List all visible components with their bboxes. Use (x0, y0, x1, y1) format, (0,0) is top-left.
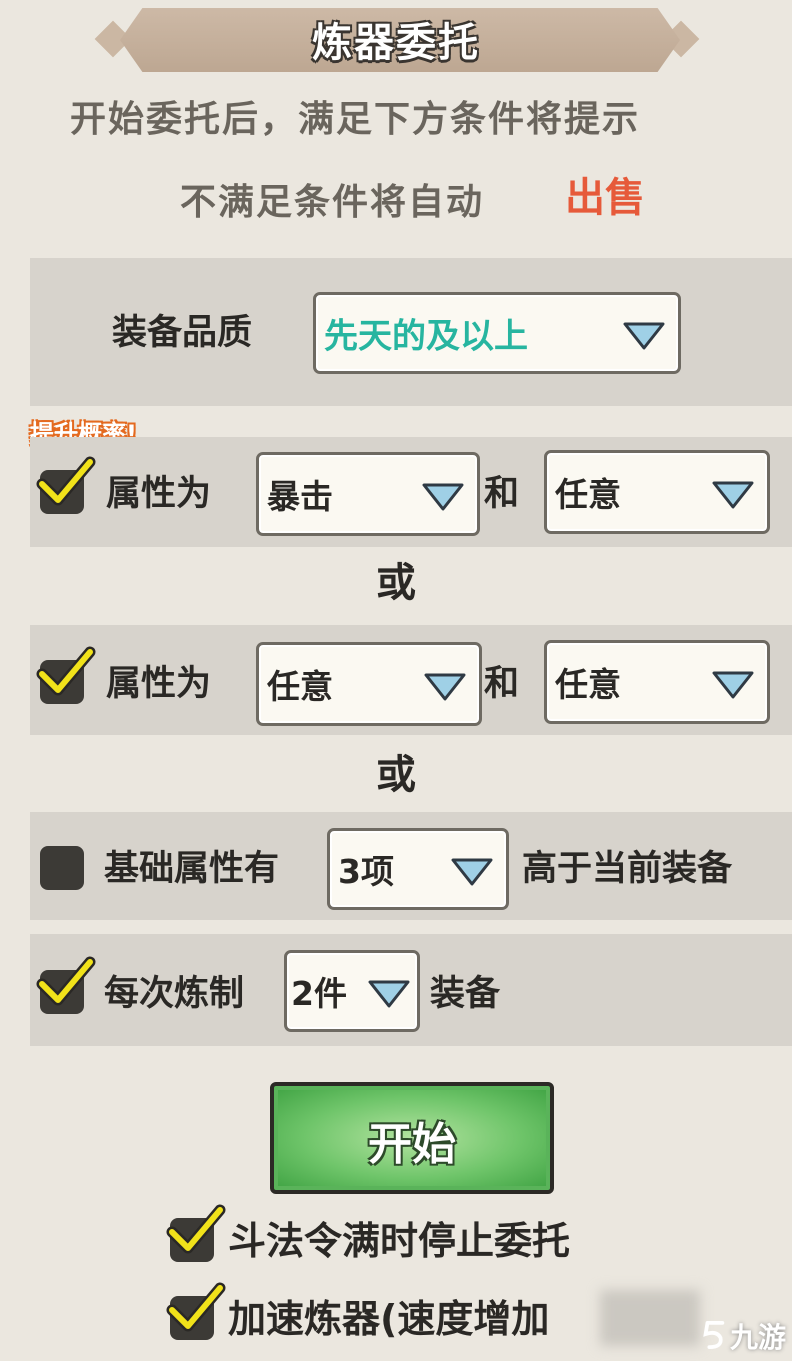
option-2-label: 加速炼器(速度增加 (228, 1297, 550, 1341)
quality-label: 装备品质 (112, 313, 253, 353)
check-icon (36, 646, 96, 696)
rule-1-and: 和 (484, 474, 520, 514)
chevron-down-icon (368, 980, 410, 1008)
chevron-down-icon (712, 671, 754, 699)
chevron-down-icon (623, 322, 665, 350)
sell-text: 出售 (565, 175, 645, 221)
chevron-down-icon (712, 481, 754, 509)
or-separator-2: 或 (376, 752, 416, 798)
rule-2-attr2-dropdown[interactable]: 任意 (544, 640, 770, 724)
rule-4-label: 每次炼制 (104, 974, 245, 1014)
rule-1-checkbox[interactable] (36, 456, 96, 514)
chevron-down-icon (424, 673, 466, 701)
rule-1-label: 属性为 (106, 474, 212, 514)
rule-3-label: 基础属性有 (104, 849, 280, 889)
rule-2-attr1-value: 任意 (267, 667, 333, 706)
check-icon (166, 1282, 226, 1332)
blurred-overlay (600, 1290, 700, 1346)
rule-4-count-value: 2件 (291, 974, 347, 1013)
start-button[interactable]: 开始 (270, 1082, 554, 1194)
check-icon (36, 456, 96, 506)
watermark-logo-icon (703, 1321, 725, 1349)
or-separator-1: 或 (376, 560, 416, 606)
rule-1-attr1-dropdown[interactable]: 暴击 (256, 452, 480, 536)
quality-value: 先天的及以上 (324, 316, 528, 357)
check-icon (36, 956, 96, 1006)
check-icon (166, 1204, 226, 1254)
rule-2-checkbox[interactable] (36, 646, 96, 704)
option-1-checkbox[interactable] (166, 1204, 226, 1262)
start-button-label: 开始 (368, 1119, 456, 1170)
rule-4-count-dropdown[interactable]: 2件 (284, 950, 420, 1032)
rule-2-attr1-dropdown[interactable]: 任意 (256, 642, 482, 726)
rule-1-attr2-dropdown[interactable]: 任意 (544, 450, 770, 534)
rule-4-checkbox[interactable] (36, 956, 96, 1014)
option-2-checkbox[interactable] (166, 1282, 226, 1340)
rule-3-suffix: 高于当前装备 (522, 849, 733, 889)
rule-1-attr1-value: 暴击 (267, 477, 333, 516)
info-line-1: 开始委托后，满足下方条件将提示 (70, 99, 641, 140)
chevron-down-icon (451, 858, 493, 886)
chevron-down-icon (422, 483, 464, 511)
rule-4-suffix: 装备 (430, 974, 501, 1014)
rule-3-count-value: 3项 (338, 852, 394, 891)
rule-3-checkbox[interactable] (40, 846, 84, 890)
page-title: 炼器委托 (312, 20, 480, 66)
rule-2-attr2-value: 任意 (555, 665, 621, 704)
watermark-text: 九游 (730, 1321, 787, 1354)
rule-2-label: 属性为 (106, 664, 212, 704)
rule-2-and: 和 (484, 664, 520, 704)
rule-3-count-dropdown[interactable]: 3项 (327, 828, 509, 910)
quality-dropdown[interactable]: 先天的及以上 (313, 292, 681, 374)
rule-1-attr2-value: 任意 (555, 475, 621, 514)
option-1-label: 斗法令满时停止委托 (228, 1219, 571, 1263)
info-line-2: 不满足条件将自动 (180, 182, 485, 223)
